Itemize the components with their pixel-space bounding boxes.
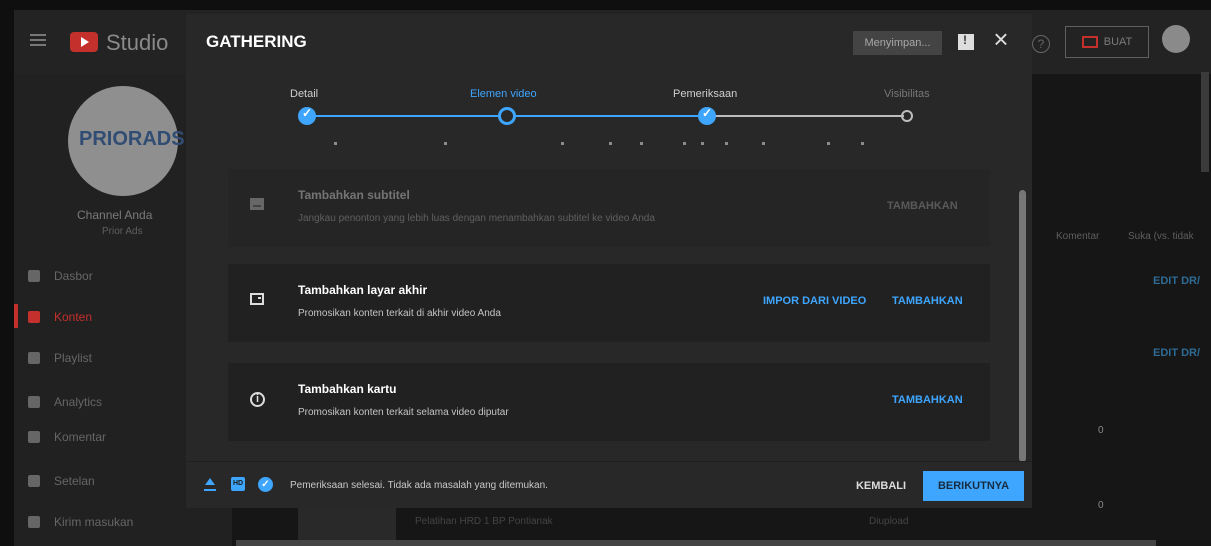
upload-status: Diupload xyxy=(869,516,909,527)
upload-icon xyxy=(204,478,216,491)
back-button[interactable]: KEMBALI xyxy=(855,473,907,499)
subtitle-card-title: Tambahkan subtitel xyxy=(298,188,410,202)
step-visibility-label[interactable]: Visibilitas xyxy=(884,88,930,100)
divider-dot xyxy=(444,142,447,145)
completed-step-icon[interactable] xyxy=(698,106,716,125)
dialog-title: GATHERING xyxy=(206,32,307,51)
page-scrollbar[interactable] xyxy=(1201,72,1209,172)
sidebar-item-label: Kirim masukan xyxy=(54,515,134,529)
sidebar-item-comments[interactable]: Komentar xyxy=(28,425,106,449)
sidebar-item-settings[interactable]: Setelan xyxy=(28,469,95,493)
step-remaining-line xyxy=(706,115,904,117)
create-button-label: BUAT xyxy=(1103,36,1133,48)
create-button[interactable]: BUAT xyxy=(1065,26,1149,58)
step-video-elements-label[interactable]: Elemen video xyxy=(470,88,537,100)
channel-avatar-logo-text: PRIORADS xyxy=(79,128,185,150)
youtube-studio-screen: Studio ? BUAT PRIORADS Channel Anda Prio… xyxy=(0,0,1211,546)
active-nav-indicator xyxy=(14,304,18,328)
sidebar-item-feedback[interactable]: Kirim masukan xyxy=(28,510,133,534)
cards-card: Tambahkan kartu Promosikan konten terkai… xyxy=(228,363,990,441)
comments-column-header: Komentar xyxy=(1056,231,1100,242)
divider-dot xyxy=(640,142,643,145)
divider-dot xyxy=(762,142,765,145)
add-cards-button[interactable]: TAMBAHKAN xyxy=(892,394,963,406)
menu-icon[interactable] xyxy=(30,34,46,46)
step-progress-line xyxy=(310,115,500,117)
divider-dot xyxy=(609,142,612,145)
close-icon[interactable]: × xyxy=(987,25,1015,53)
dialog-scrollbar[interactable] xyxy=(1019,190,1026,462)
info-icon xyxy=(250,392,265,407)
sidebar-item-playlist[interactable]: Playlist xyxy=(28,346,92,370)
import-from-video-button[interactable]: IMPOR DARI VIDEO xyxy=(763,295,866,307)
check-circle-icon: ✓ xyxy=(258,477,273,492)
divider-dot xyxy=(827,142,830,145)
video-upload-dialog: GATHERING Menyimpan... × Detail Elemen v… xyxy=(186,14,1032,508)
sidebar-item-label: Komentar xyxy=(54,430,107,444)
step-checks-label[interactable]: Pemeriksaan xyxy=(673,88,737,100)
next-button[interactable]: BERIKUTNYA xyxy=(923,471,1024,501)
report-icon[interactable] xyxy=(958,33,974,50)
pending-step-icon[interactable] xyxy=(901,110,913,122)
sidebar-item-label: Analytics xyxy=(54,395,103,409)
horizontal-scrollbar[interactable] xyxy=(236,540,1156,546)
dialog-header: GATHERING Menyimpan... × xyxy=(186,14,1032,72)
end-screen-icon xyxy=(250,293,264,305)
dashboard-icon xyxy=(28,270,40,282)
sidebar-item-label: Playlist xyxy=(54,351,93,365)
sidebar-item-label: Setelan xyxy=(54,474,95,488)
studio-logo-text: Studio xyxy=(106,30,169,55)
playlist-icon xyxy=(28,352,40,364)
divider-dot xyxy=(701,142,704,145)
divider-dot xyxy=(683,142,686,145)
cards-card-title: Tambahkan kartu xyxy=(298,382,397,396)
feedback-icon xyxy=(28,516,40,528)
likes-column-header: Suka (vs. tidak xyxy=(1128,231,1194,242)
account-avatar[interactable] xyxy=(1162,25,1190,53)
analytics-icon xyxy=(28,396,40,408)
sidebar-item-analytics[interactable]: Analytics xyxy=(28,390,102,414)
comment-count: 0 xyxy=(1098,500,1104,511)
video-title[interactable]: Pelatihan HRD 1 BP Pontianak xyxy=(415,516,553,527)
completed-step-icon[interactable] xyxy=(298,106,316,125)
channel-name: Prior Ads xyxy=(102,226,143,237)
divider-dot xyxy=(561,142,564,145)
sidebar-item-label: Konten xyxy=(54,310,93,324)
end-screen-card-title: Tambahkan layar akhir xyxy=(298,283,428,297)
divider-dot xyxy=(334,142,337,145)
saving-status: Menyimpan... xyxy=(853,31,942,55)
help-icon[interactable]: ? xyxy=(1032,35,1050,53)
current-step-icon[interactable] xyxy=(498,107,516,125)
sidebar-item-label: Dasbor xyxy=(54,269,93,283)
channel-label: Channel Anda xyxy=(77,208,153,222)
subtitle-card-description: Jangkau penonton yang lebih luas dengan … xyxy=(298,213,655,224)
dialog-footer: HD ✓ Pemeriksaan selesai. Tidak ada masa… xyxy=(186,461,1032,508)
hd-icon: HD xyxy=(231,477,245,491)
comment-count: 0 xyxy=(1098,425,1104,436)
step-progress-line xyxy=(508,115,698,117)
settings-icon xyxy=(28,475,40,487)
check-status-text: Pemeriksaan selesai. Tidak ada masalah y… xyxy=(290,480,548,491)
upload-stepper: Detail Elemen video Pemeriksaan Visibili… xyxy=(186,72,1032,160)
step-detail-label[interactable]: Detail xyxy=(290,88,318,100)
divider-dot xyxy=(861,142,864,145)
cards-card-description: Promosikan konten terkait selama video d… xyxy=(298,407,509,418)
edit-draft-link[interactable]: EDIT DR/ xyxy=(1153,347,1200,359)
end-screen-card: Tambahkan layar akhir Promosikan konten … xyxy=(228,264,990,342)
end-screen-card-description: Promosikan konten terkait di akhir video… xyxy=(298,308,501,319)
divider-dot xyxy=(725,142,728,145)
sidebar-item-dashboard[interactable]: Dasbor xyxy=(28,264,93,288)
subtitles-icon xyxy=(250,198,264,210)
sidebar-item-content[interactable]: Konten xyxy=(28,305,92,329)
content-icon xyxy=(28,311,40,323)
subtitle-card: Tambahkan subtitel Jangkau penonton yang… xyxy=(228,169,990,247)
comments-icon xyxy=(28,431,40,443)
add-end-screen-button[interactable]: TAMBAHKAN xyxy=(892,295,963,307)
add-subtitles-button[interactable]: TAMBAHKAN xyxy=(887,200,958,212)
create-video-icon xyxy=(1081,36,1098,48)
edit-draft-link[interactable]: EDIT DR/ xyxy=(1153,275,1200,287)
youtube-logo-icon xyxy=(70,32,98,52)
